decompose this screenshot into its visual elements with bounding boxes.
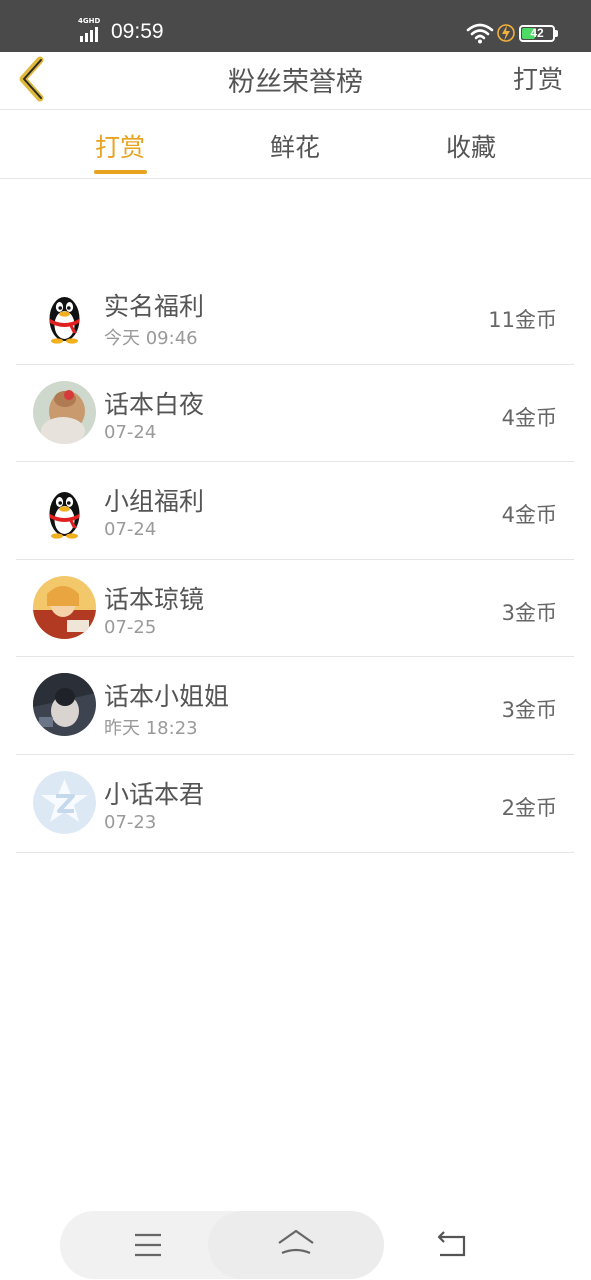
fan-name: 话本白夜	[104, 389, 205, 419]
active-tab-indicator	[94, 170, 147, 174]
fan-time: 07-25	[104, 616, 157, 638]
header: 粉丝荣誉榜 打赏	[0, 52, 591, 110]
tab-favorites[interactable]: 收藏	[411, 128, 531, 164]
back-arrow-icon[interactable]	[430, 1225, 470, 1265]
battery-icon: 42	[519, 25, 555, 42]
list-item[interactable]: 小组福利 07-24 4金币	[16, 462, 574, 560]
photo-avatar	[33, 575, 96, 639]
fan-time: 昨天 18:23	[104, 718, 198, 740]
tab-bar: 打赏 鲜花 收藏	[0, 110, 591, 179]
list-item[interactable]: 小话本君 07-23 2金币	[16, 755, 574, 853]
photo-avatar	[33, 380, 96, 444]
list-item[interactable]: 话本琼镜 07-25 3金币	[16, 560, 574, 658]
list-item[interactable]: 话本小姐姐 昨天 18:23 3金币	[16, 657, 574, 755]
status-bar: 4GHD 09:59 42	[0, 0, 591, 52]
list-item[interactable]: 话本白夜 07-24 4金币	[16, 365, 574, 463]
status-time: 09:59	[111, 20, 164, 43]
fan-time: 07-24	[104, 421, 157, 443]
fan-name: 话本小姐姐	[104, 682, 230, 712]
battery-percent: 42	[530, 26, 544, 40]
fan-ranking-list: 实名福利 今天 09:46 11金币 话本白夜 07-24 4金币 小组福利 0…	[16, 267, 574, 853]
cellular-signal-icon: 4GHD	[78, 17, 106, 42]
fan-coins: 3金币	[501, 698, 557, 723]
menu-icon[interactable]	[128, 1225, 168, 1265]
network-type-label: 4GHD	[78, 17, 101, 25]
penguin-avatar	[49, 492, 80, 539]
list-item[interactable]: 实名福利 今天 09:46 11金币	[16, 267, 574, 365]
fan-name: 实名福利	[104, 292, 205, 321]
fan-coins: 4金币	[501, 405, 557, 430]
photo-avatar	[33, 673, 96, 737]
tip-button[interactable]: 打赏	[513, 60, 563, 96]
fan-coins: 2金币	[501, 795, 557, 820]
fan-coins: 3金币	[501, 600, 557, 625]
page-title: 粉丝荣誉榜	[228, 67, 363, 98]
charging-icon	[497, 24, 515, 42]
home-icon[interactable]	[276, 1225, 316, 1265]
tab-flowers[interactable]: 鲜花	[235, 128, 355, 164]
fan-coins: 4金币	[501, 503, 557, 528]
tab-tip[interactable]: 打赏	[60, 128, 180, 164]
fan-time: 07-23	[104, 811, 157, 833]
z-logo-avatar	[33, 770, 96, 834]
fan-name: 小话本君	[104, 779, 205, 809]
penguin-avatar	[49, 297, 80, 344]
fan-time: 今天 09:46	[104, 328, 198, 349]
fan-name: 小组福利	[104, 487, 205, 517]
fan-coins: 11金币	[488, 308, 557, 332]
battery-tip	[555, 30, 558, 37]
fan-name: 话本琼镜	[104, 584, 205, 614]
fan-time: 07-24	[104, 519, 157, 541]
wifi-icon	[466, 23, 494, 44]
